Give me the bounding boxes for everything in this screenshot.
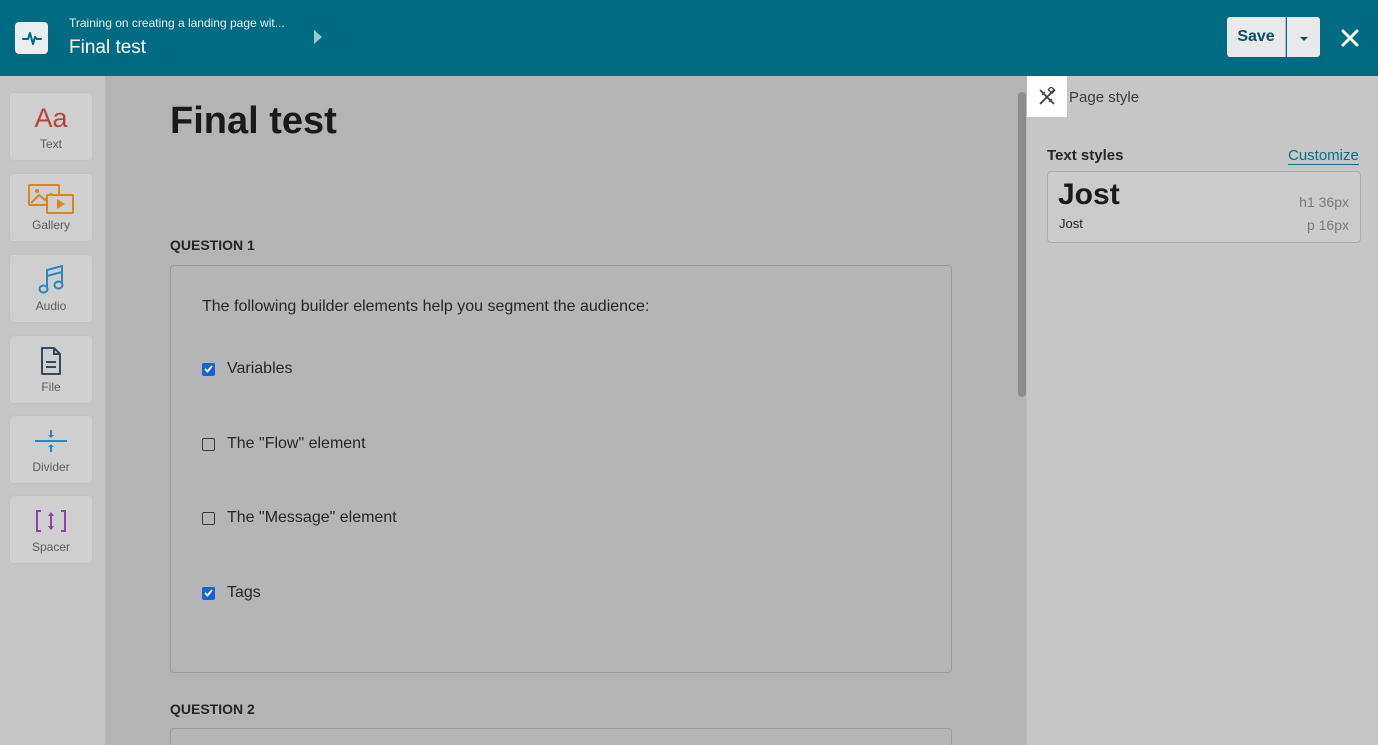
answer-option[interactable]: The "Message" element (202, 509, 397, 527)
file-icon (40, 345, 62, 377)
answer-option[interactable]: Tags (202, 584, 261, 602)
checkbox-unchecked[interactable] (202, 511, 215, 525)
tool-label: File (41, 380, 61, 394)
text-styles-title: Text styles (1047, 147, 1124, 164)
save-options-button[interactable] (1287, 17, 1320, 57)
heading-size: h1 36px (1299, 194, 1349, 210)
tool-label: Gallery (31, 218, 70, 232)
tool-gallery[interactable]: Gallery (9, 173, 93, 242)
customize-link[interactable]: Customize (1288, 147, 1359, 165)
tool-audio[interactable]: Audio (9, 254, 93, 323)
question-card[interactable]: The following builder elements help you … (170, 265, 952, 673)
elements-toolbar: Aa Text Gallery Audio File Divider Space… (0, 76, 106, 745)
close-button[interactable] (1334, 22, 1366, 54)
checkbox-unchecked[interactable] (202, 437, 215, 451)
question-text: The following builder elements help you … (202, 298, 650, 315)
page-title[interactable]: Final test (170, 100, 337, 143)
breadcrumb-arrow-icon (314, 30, 322, 44)
checkbox-checked[interactable] (202, 586, 215, 600)
question-card[interactable] (170, 728, 952, 745)
heading-font-sample: Jost (1058, 178, 1120, 211)
answer-option[interactable]: Variables (202, 360, 293, 378)
paragraph-size: p 16px (1306, 217, 1349, 233)
text-style-card[interactable]: Jost Jost h1 36px p 16px (1047, 171, 1361, 243)
text-aa-glyph: Aa (34, 102, 68, 133)
option-label: Variables (227, 360, 293, 377)
save-button[interactable]: Save (1227, 17, 1286, 57)
question-label: QUESTION 2 (170, 701, 255, 717)
chevron-down-icon (1299, 36, 1308, 41)
breadcrumb-parent[interactable]: Training on creating a landing page wit.… (69, 16, 285, 30)
page-canvas[interactable]: Final test QUESTION 1 The following buil… (106, 76, 1026, 745)
tool-label: Audio (35, 299, 67, 313)
answer-option[interactable]: The "Flow" element (202, 435, 366, 453)
spacer-icon (33, 505, 69, 537)
tool-label: Divider (32, 460, 70, 474)
design-tools-icon (1039, 86, 1056, 105)
paragraph-font-sample: Jost (1059, 216, 1083, 231)
tool-spacer[interactable]: Spacer (9, 495, 93, 564)
music-note-icon (37, 264, 65, 296)
page-style-label[interactable]: Page style (1069, 89, 1139, 106)
text-aa-icon: Aa (34, 102, 67, 134)
option-label: Tags (227, 584, 261, 601)
pulse-icon[interactable] (15, 22, 48, 54)
page-name[interactable]: Final test (69, 37, 146, 59)
checkbox-checked[interactable] (202, 362, 215, 376)
tool-label: Text (39, 137, 62, 151)
tool-label: Spacer (31, 540, 71, 554)
close-icon (1341, 29, 1359, 47)
canvas-scrollbar[interactable] (1018, 92, 1026, 397)
gallery-icon (27, 183, 75, 215)
option-label: The "Message" element (227, 509, 397, 526)
tool-text[interactable]: Aa Text (9, 92, 93, 161)
option-label: The "Flow" element (227, 435, 366, 452)
divider-icon (33, 425, 69, 457)
top-bar: Training on creating a landing page wit.… (0, 0, 1378, 76)
tool-file[interactable]: File (9, 335, 93, 404)
tool-divider[interactable]: Divider (9, 415, 93, 484)
page-style-tab[interactable] (1027, 76, 1067, 117)
question-label: QUESTION 1 (170, 237, 255, 253)
